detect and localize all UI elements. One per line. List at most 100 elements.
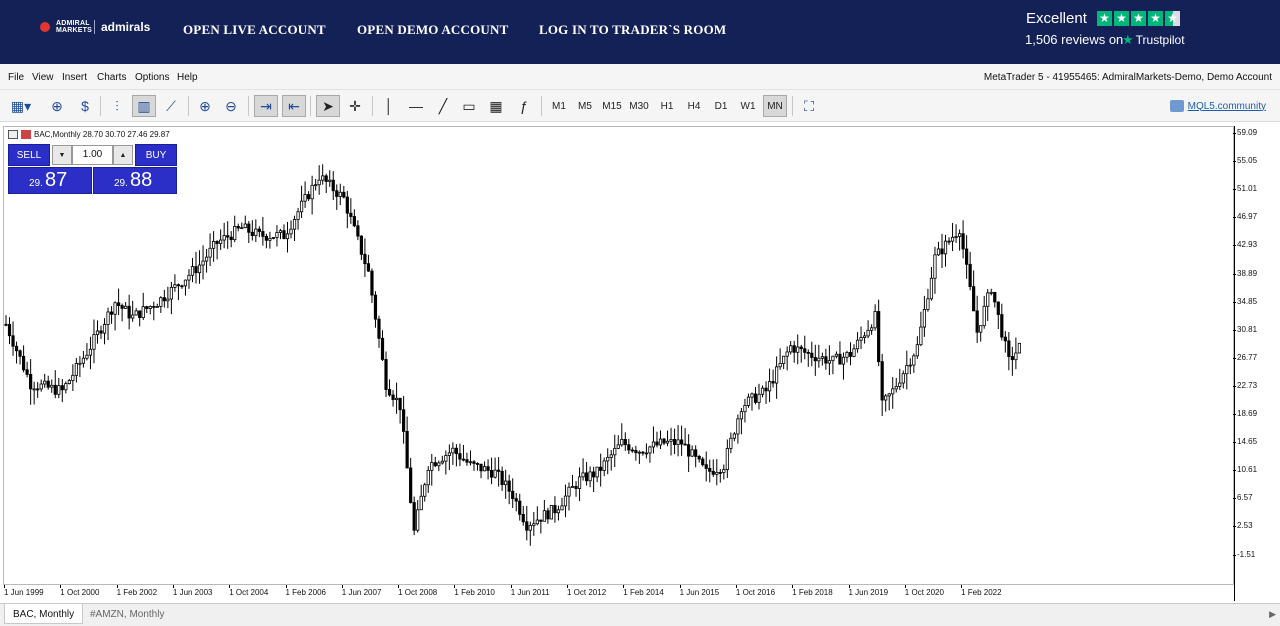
candle-body bbox=[623, 439, 627, 446]
star-icon: ★ bbox=[1148, 11, 1163, 26]
volume-increase-button[interactable]: ▲ bbox=[113, 145, 133, 165]
timeframe-m30[interactable]: M30 bbox=[628, 95, 650, 117]
indicators-icon[interactable]: ƒ bbox=[512, 95, 536, 117]
crosshair-icon[interactable]: ✛ bbox=[344, 95, 366, 117]
candle-body bbox=[662, 438, 666, 444]
new-chart-icon[interactable]: ▦▾ bbox=[6, 95, 36, 117]
chart-shift-icon[interactable]: ⇤ bbox=[282, 95, 306, 117]
price-tick-label: 18.69 bbox=[1232, 409, 1258, 418]
candle-body bbox=[166, 298, 170, 302]
trustpilot-brand[interactable]: ★ Trustpilot bbox=[1122, 32, 1185, 48]
timeframe-m1[interactable]: M1 bbox=[548, 95, 570, 117]
candle-body bbox=[803, 348, 807, 353]
chart-area[interactable] bbox=[3, 126, 1234, 585]
admirals-logo[interactable]: ADMIRAL MARKETS admirals bbox=[40, 20, 150, 34]
candle-body bbox=[567, 486, 571, 497]
candle-body bbox=[968, 263, 972, 287]
candlestick-chart-icon[interactable]: ▥ bbox=[132, 95, 156, 117]
price-scale[interactable]: 59.09 55.05 51.01 46.97 42.93 38.89 34.85 30.81… bbox=[1232, 126, 1280, 601]
menu-charts[interactable]: Charts bbox=[97, 72, 126, 83]
timeframe-h1[interactable]: H1 bbox=[656, 95, 678, 117]
timeframe-h4[interactable]: H4 bbox=[683, 95, 705, 117]
candle-body bbox=[687, 444, 691, 457]
candle-body bbox=[71, 374, 75, 381]
tabs-scroll-right-icon[interactable]: ▶ bbox=[1269, 609, 1276, 620]
price-chart[interactable] bbox=[4, 127, 1233, 584]
timeframe-m5[interactable]: M5 bbox=[574, 95, 596, 117]
bar-chart-icon[interactable]: ⫶ bbox=[106, 95, 128, 117]
bid-price-button[interactable]: 29. 87 bbox=[8, 167, 92, 194]
candle-body bbox=[289, 228, 293, 235]
timeframe-d1[interactable]: D1 bbox=[710, 95, 732, 117]
ask-price-prefix: 29. bbox=[114, 178, 128, 189]
candle-body bbox=[641, 451, 645, 454]
candle-body bbox=[215, 241, 219, 244]
time-tick-label: 1 Oct 2008 bbox=[398, 585, 438, 597]
candle-body bbox=[986, 292, 990, 307]
candle-body bbox=[7, 324, 12, 337]
mql5-community-link[interactable]: MQL5.community bbox=[1169, 100, 1266, 112]
menu-options[interactable]: Options bbox=[135, 72, 169, 83]
fibonacci-icon[interactable]: ▦ bbox=[485, 95, 507, 117]
candle-body bbox=[324, 175, 328, 182]
candle-body bbox=[919, 326, 923, 346]
chart-tabs: BAC, Monthly #AMZN, Monthly ▶ bbox=[0, 603, 1280, 626]
timeframe-w1[interactable]: W1 bbox=[737, 95, 759, 117]
candle-body bbox=[240, 227, 244, 230]
sell-button[interactable]: SELL bbox=[8, 144, 50, 166]
candle-body bbox=[947, 240, 951, 243]
open-demo-account-link[interactable]: OPEN DEMO ACCOUNT bbox=[357, 22, 508, 38]
candle-body bbox=[732, 433, 736, 439]
candle-body bbox=[180, 285, 184, 288]
tab-bac-monthly[interactable]: BAC, Monthly bbox=[4, 604, 84, 624]
autoscroll-icon[interactable]: ⇥ bbox=[254, 95, 278, 117]
candle-body bbox=[680, 439, 684, 445]
candle-body bbox=[542, 510, 546, 522]
open-live-account-link[interactable]: OPEN LIVE ACCOUNT bbox=[183, 22, 326, 38]
zoom-out-icon[interactable]: ⊖ bbox=[220, 95, 242, 117]
trendline-icon[interactable]: ╱ bbox=[432, 95, 454, 117]
fullscreen-icon[interactable]: ⛶ bbox=[798, 95, 820, 117]
menu-view[interactable]: View bbox=[32, 72, 54, 83]
volume-decrease-button[interactable]: ▼ bbox=[52, 145, 72, 165]
candle-body bbox=[570, 486, 575, 488]
candle-body bbox=[940, 248, 944, 255]
timeframe-m15[interactable]: M15 bbox=[601, 95, 623, 117]
timeframe-mn[interactable]: MN bbox=[763, 95, 787, 117]
star-icon: ★ bbox=[1097, 11, 1112, 26]
line-chart-icon[interactable]: ⟋ bbox=[160, 95, 182, 117]
candle-body bbox=[905, 365, 909, 375]
menu-insert[interactable]: Insert bbox=[62, 72, 87, 83]
horizontal-line-icon[interactable]: — bbox=[405, 95, 427, 117]
candle-body bbox=[120, 305, 124, 309]
candle-body bbox=[511, 490, 515, 500]
candle-body bbox=[479, 463, 483, 472]
trustpilot-reviews-count[interactable]: 1,506 reviews on bbox=[1025, 32, 1123, 47]
algo-trading-icon[interactable]: $ bbox=[74, 95, 96, 117]
candle-body bbox=[257, 228, 261, 232]
volume-input[interactable]: 1.00 bbox=[72, 145, 113, 165]
candle-body bbox=[81, 357, 86, 364]
new-order-icon[interactable]: ⊕ bbox=[46, 95, 68, 117]
candle-body bbox=[901, 373, 905, 384]
symbol-info: BAC,Monthly 28.70 30.70 27.46 29.87 bbox=[8, 130, 170, 139]
menu-file[interactable]: File bbox=[8, 72, 24, 83]
trader-room-login-link[interactable]: LOG IN TO TRADER`S ROOM bbox=[539, 22, 726, 38]
text-label-icon[interactable]: ▭ bbox=[458, 95, 480, 117]
buy-button[interactable]: BUY bbox=[135, 144, 177, 166]
candle-body bbox=[694, 449, 698, 457]
time-scale[interactable]: 1 Jun 1999 1 Oct 2000 1 Feb 2002 1 Jun 2003… bbox=[3, 585, 1234, 603]
candle-body bbox=[715, 471, 719, 475]
price-tick-label: 14.65 bbox=[1232, 437, 1258, 447]
ask-price-button[interactable]: 29. 88 bbox=[93, 167, 177, 194]
cursor-icon[interactable]: ➤ bbox=[316, 95, 340, 117]
candle-body bbox=[307, 194, 311, 200]
vertical-line-icon[interactable]: │ bbox=[378, 95, 400, 117]
zoom-in-icon[interactable]: ⊕ bbox=[194, 95, 216, 117]
candle-body bbox=[212, 241, 216, 249]
menu-help[interactable]: Help bbox=[177, 72, 198, 83]
tab-amzn-monthly[interactable]: #AMZN, Monthly bbox=[82, 604, 172, 624]
candle-body bbox=[1007, 340, 1011, 357]
candle-body bbox=[384, 359, 388, 390]
candle-body bbox=[88, 348, 93, 356]
